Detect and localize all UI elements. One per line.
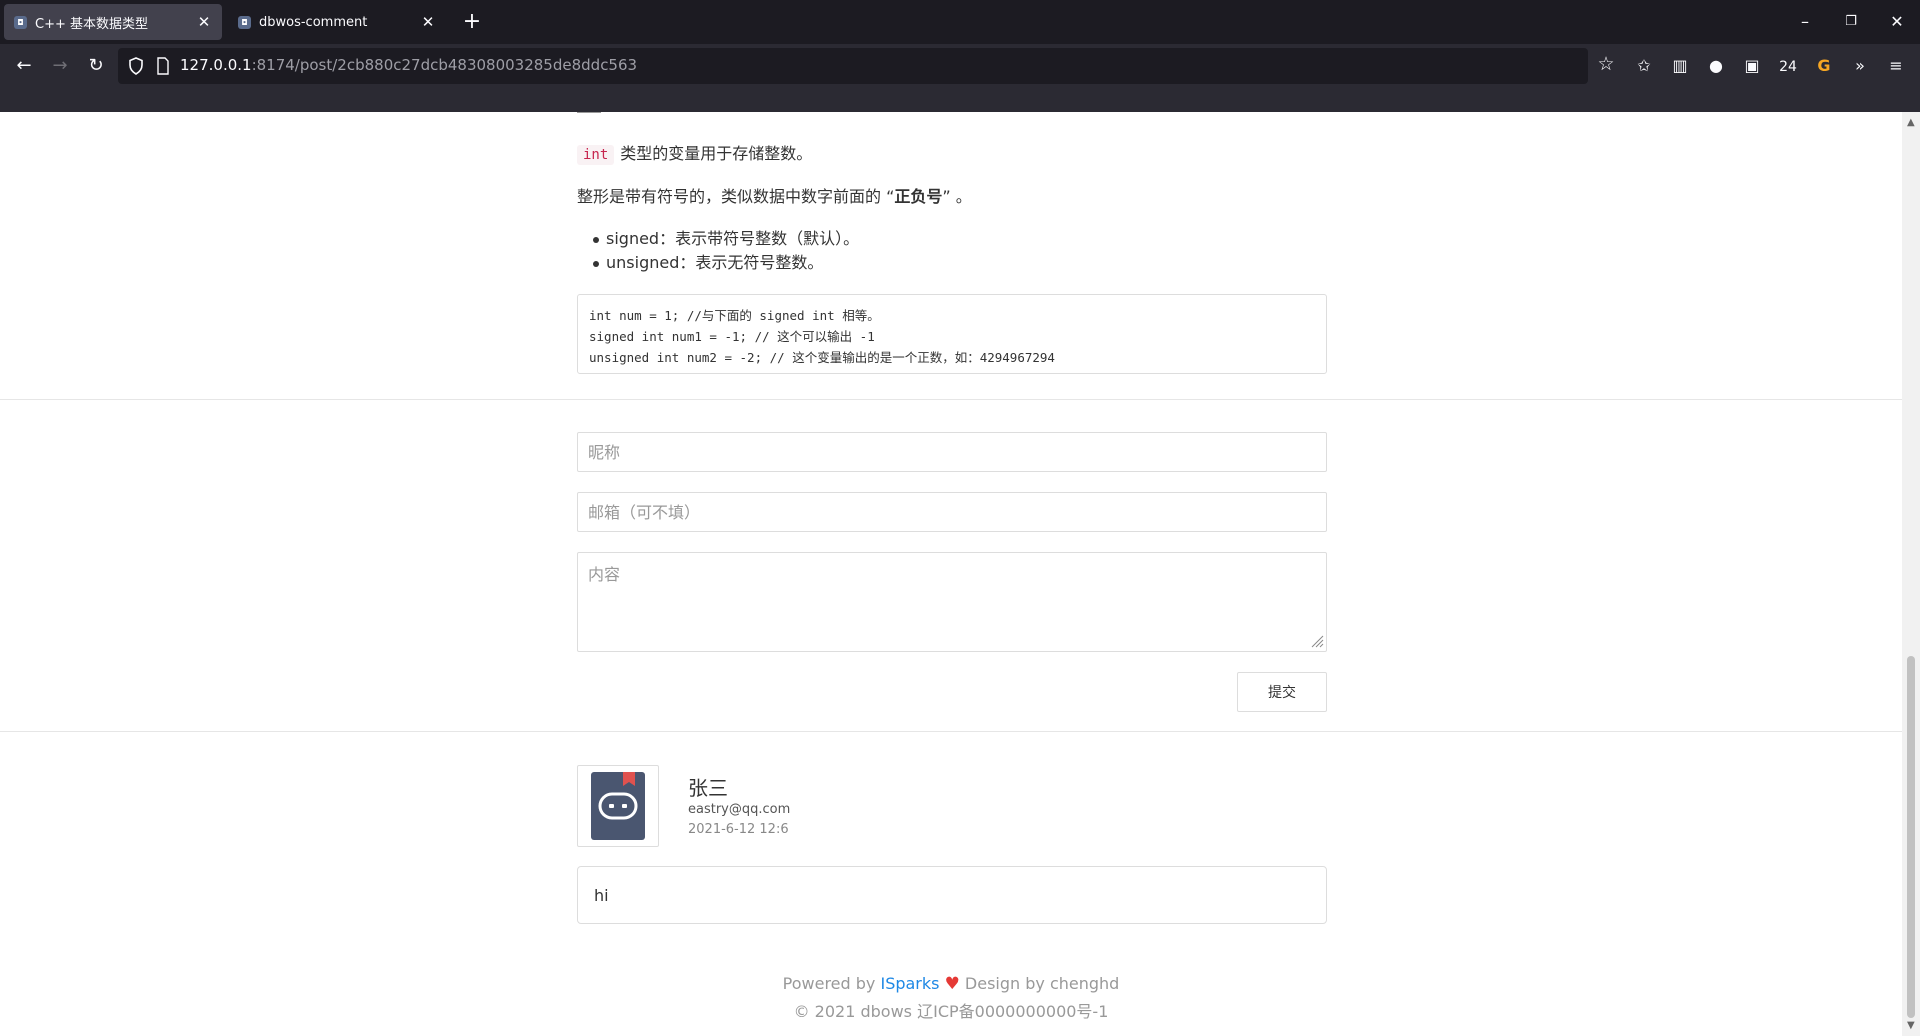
heading-underline-fragment — [577, 112, 601, 113]
int-intro-paragraph: int 类型的变量用于存储整数。 — [577, 140, 1327, 165]
site-favicon-icon: ◘ — [14, 15, 27, 29]
isparks-link[interactable]: ISparks — [880, 974, 939, 993]
shield-icon[interactable] — [126, 56, 146, 76]
comment-content: hi — [577, 866, 1327, 924]
account-avatar-icon[interactable]: ● — [1700, 50, 1732, 82]
commenter-name: 张三 — [688, 776, 728, 800]
page-content: int 类型的变量用于存储整数。 整形是带有符号的，类似数据中数字前面的 “正负号… — [0, 112, 1902, 1036]
hamburger-menu-icon[interactable]: ≡ — [1880, 50, 1912, 82]
signed-paragraph: 整形是带有符号的，类似数据中数字前面的 “正负号” 。 — [577, 187, 972, 206]
overflow-chevrons-icon[interactable]: » — [1844, 50, 1876, 82]
footer-copyright: © 2021 dbows 辽ICP备0000000000号-1 — [793, 1002, 1109, 1021]
scrollbar-thumb[interactable] — [1907, 656, 1915, 1018]
code-block: int num = 1; //与下面的 signed int 相等。 signe… — [577, 294, 1327, 374]
close-tab-icon[interactable]: ✕ — [420, 13, 436, 31]
close-tab-icon[interactable]: ✕ — [196, 13, 212, 31]
extension-g-icon[interactable]: G — [1808, 50, 1840, 82]
tab-title: dbwos-comment — [259, 14, 368, 30]
sidebar-icon[interactable]: ▥ — [1664, 50, 1696, 82]
bold-sign-text: 正负号 — [894, 187, 943, 206]
reader-view-icon[interactable]: ▣ — [1736, 50, 1768, 82]
browser-tab-bar: ◘ C++ 基本数据类型 ✕ ◘ dbwos-comment ✕ + – ❐ ✕ — [0, 0, 1920, 44]
extension-badge-count: 24 — [1779, 59, 1797, 75]
code-line: int num = 1; //与下面的 signed int 相等。 — [589, 308, 880, 323]
tab-title: C++ 基本数据类型 — [35, 16, 148, 32]
code-line: unsigned int num2 = -2; // 这个变量输出的是一个正数，… — [589, 350, 1055, 365]
back-arrow-icon[interactable]: ← — [8, 50, 40, 82]
nickname-input[interactable] — [577, 432, 1327, 472]
section-divider — [0, 399, 1902, 400]
inline-code-int: int — [577, 145, 615, 165]
restore-icon[interactable]: ❐ — [1828, 8, 1874, 36]
bookmarks-menu-icon[interactable]: ✩ — [1628, 50, 1660, 82]
bookmark-star-icon[interactable]: ☆ — [1594, 52, 1618, 76]
page-scrollbar[interactable]: ▲ ▼ — [1902, 112, 1920, 1036]
address-bar[interactable]: 127.0.0.1:8174/post/2cb880c27dcb48308003… — [118, 48, 1588, 84]
close-window-icon[interactable]: ✕ — [1874, 8, 1920, 36]
robot-avatar-icon — [591, 772, 645, 840]
url-text[interactable]: 127.0.0.1:8174/post/2cb880c27dcb48308003… — [180, 56, 637, 74]
tab-dbwos-comment[interactable]: ◘ dbwos-comment ✕ — [228, 4, 446, 40]
commenter-email: eastry@qq.com — [688, 802, 791, 817]
heart-icon: ♥ — [944, 974, 960, 994]
content-textarea[interactable] — [577, 552, 1327, 652]
resize-grip-icon[interactable] — [1310, 634, 1324, 648]
avatar — [577, 765, 659, 847]
reload-icon[interactable]: ↻ — [80, 50, 112, 82]
email-input[interactable] — [577, 492, 1327, 532]
page-info-icon[interactable] — [156, 57, 170, 75]
extension-counter-icon[interactable]: 24 — [1772, 50, 1804, 82]
list-item: signed：表示带符号整数（默认）。 — [577, 227, 1327, 251]
list-item: unsigned：表示无符号整数。 — [577, 251, 1327, 275]
minimize-icon[interactable]: – — [1782, 8, 1828, 36]
tab-cpp-data-types[interactable]: ◘ C++ 基本数据类型 ✕ — [4, 4, 222, 40]
code-line: signed int num1 = -1; // 这个可以输出 -1 — [589, 329, 875, 344]
intro-text: 类型的变量用于存储整数。 — [620, 144, 813, 163]
footer-credits: Powered by ISparks ♥ Design by chenghd — [782, 974, 1120, 994]
scroll-up-arrow-icon[interactable]: ▲ — [1907, 117, 1915, 128]
comment-date: 2021-6-12 12:6 — [688, 822, 789, 837]
submit-button[interactable]: 提交 — [1237, 672, 1327, 712]
signed-unsigned-list: signed：表示带符号整数（默认）。 unsigned：表示无符号整数。 — [577, 227, 1327, 275]
forward-arrow-icon[interactable]: → — [44, 50, 76, 82]
section-divider — [0, 731, 1902, 732]
browser-nav-bar: ← → ↻ 127.0.0.1:8174/post/2cb880c27dcb48… — [0, 44, 1920, 112]
site-favicon-icon: ◘ — [238, 15, 251, 29]
new-tab-plus-icon[interactable]: + — [460, 9, 484, 35]
scroll-down-arrow-icon[interactable]: ▼ — [1907, 1020, 1915, 1031]
